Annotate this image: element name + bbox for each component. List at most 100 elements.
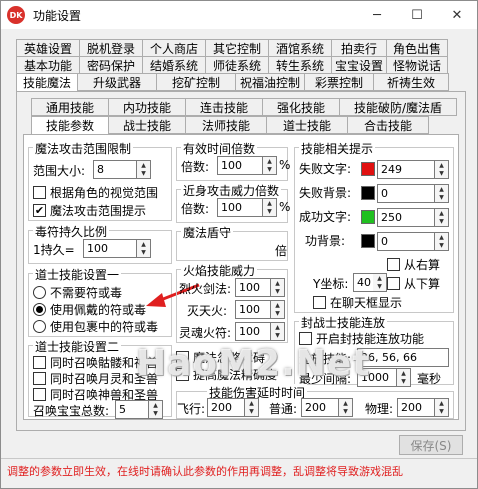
fire-skill-power-group: 火焰技能威力 烈火剑法: 100 ▲ ▼ 灭天火: 100 ▲ ▼ 灵魂火符: 10… [176, 262, 288, 343]
tab-row2-1[interactable]: 密码保护 [79, 56, 143, 74]
blaze-sword-input[interactable]: 100 [235, 278, 271, 297]
settings-window: DK 功能设置 ─ ☐ ✕ 英雄设置 脱机登录 个人商店 其它控制 酒馆系统 拍卖行 角色出… [0, 0, 478, 489]
ok-text-color-swatch[interactable] [361, 210, 375, 224]
tab-row3-0[interactable]: 技能魔法 [16, 73, 78, 92]
tab-row2-6[interactable]: 怪物说话 [386, 56, 448, 74]
tab-row3-4[interactable]: 彩票控制 [304, 73, 374, 91]
fail-text-spinner[interactable]: ▲ ▼ [435, 160, 449, 179]
pet-total-spinner[interactable]: ▲ ▼ [149, 400, 163, 419]
tab-row1-5[interactable]: 拍卖行 [331, 39, 387, 57]
no-talisman-radio[interactable]: 不需要符或毒 [33, 284, 122, 301]
phys-delay-input[interactable]: 200 [397, 398, 435, 417]
blaze-sword-spinner[interactable]: ▲ ▼ [271, 278, 285, 297]
subtab-row2-1[interactable]: 战士技能 [108, 116, 186, 134]
ignore-obstacle-checkbox[interactable]: 魔法忽略障碍 [176, 349, 265, 366]
tab-row2-0[interactable]: 基本功能 [16, 56, 80, 74]
normal-delay-input[interactable]: 200 [301, 398, 339, 417]
tab-row3-5[interactable]: 祈祷生效 [373, 73, 449, 91]
tab-row2-4[interactable]: 转生系统 [268, 56, 332, 74]
range-hint-checkbox[interactable]: ✔ 魔法攻击范围提示 [33, 202, 146, 219]
tab-row1-4[interactable]: 酒馆系统 [268, 39, 332, 57]
effective-time-input[interactable]: 100 [217, 156, 263, 175]
range-size-label: 范围大小: [33, 164, 86, 178]
tab-row3-3[interactable]: 祝福油控制 [235, 73, 305, 91]
summon-moon-holy-checkbox[interactable]: 同时召唤月灵和圣兽 [33, 370, 158, 387]
window-title: 功能设置 [33, 8, 82, 23]
subtab-row2-2[interactable]: 法师技能 [185, 116, 267, 134]
ok-bg-label: 功背景: [305, 234, 346, 248]
range-size-input[interactable]: 8 [93, 160, 137, 179]
from-bottom-checkbox[interactable]: 从下算 [387, 275, 440, 292]
y-coord-spinner[interactable]: ▲ ▼ [373, 273, 387, 292]
combo-interval-input[interactable]: 1000 [357, 368, 397, 387]
tab-row1-6[interactable]: 角色出售 [386, 39, 448, 57]
ok-text-input[interactable]: 250 [377, 208, 435, 227]
soul-fire-label: 灵魂火符: [179, 326, 232, 340]
heaven-fire-input[interactable]: 100 [235, 300, 271, 319]
tab-row1-1[interactable]: 脱机登录 [79, 39, 143, 57]
tab-row2-3[interactable]: 师徒系统 [205, 56, 269, 74]
subtab-row1-1[interactable]: 内功技能 [108, 98, 186, 116]
maximize-button[interactable]: ☐ [397, 1, 437, 29]
fail-text-label: 失败文字: [299, 162, 352, 176]
subtab-row1-3[interactable]: 强化技能 [262, 98, 340, 116]
range-size-spinner[interactable]: ▲ ▼ [137, 160, 151, 179]
subtab-row2-4[interactable]: 合击技能 [347, 116, 429, 134]
pet-total-label: 召唤宝宝总数: [33, 404, 110, 418]
melee-power-input[interactable]: 100 [217, 198, 263, 217]
subtab-row2-0[interactable]: 技能参数 [31, 116, 109, 135]
tab-row1-2[interactable]: 个人商店 [142, 39, 206, 57]
poison-input[interactable]: 100 [83, 239, 137, 258]
fly-delay-spinner[interactable]: ▲ ▼ [245, 398, 259, 417]
close-button[interactable]: ✕ [437, 1, 477, 29]
melee-power-title: 近身攻击威力倍数 [181, 182, 282, 199]
tab-row3-2[interactable]: 挖矿控制 [156, 73, 236, 91]
subtab-row2-3[interactable]: 道士技能 [266, 116, 348, 134]
minimize-button[interactable]: ─ [357, 1, 397, 29]
tab-row3-1[interactable]: 升级武器 [77, 73, 157, 91]
effective-time-spinner[interactable]: ▲ ▼ [263, 156, 277, 175]
fail-bg-input[interactable]: 0 [377, 184, 435, 203]
bag-talisman-radio[interactable]: 使用包裹中的符或毒 [33, 318, 158, 335]
ok-text-spinner[interactable]: ▲ ▼ [435, 208, 449, 227]
ok-bg-spinner[interactable]: ▲ ▼ [435, 232, 449, 251]
tab-row1-0[interactable]: 英雄设置 [16, 39, 80, 57]
save-button[interactable]: 保存(S) [399, 435, 463, 455]
tab-row2-2[interactable]: 结婚系统 [142, 56, 206, 74]
worn-talisman-radio[interactable]: 使用佩戴的符或毒 [33, 301, 146, 318]
combo-skills-input[interactable]: 26, 56, 66 [357, 348, 449, 367]
soul-fire-input[interactable]: 100 [235, 322, 271, 341]
from-right-checkbox[interactable]: 从右算 [387, 256, 440, 273]
subtab-row1-4[interactable]: 技能破防/魔法盾 [339, 98, 457, 116]
tab-row2-5[interactable]: 宝宝设置 [331, 56, 387, 74]
soul-fire-spinner[interactable]: ▲ ▼ [271, 322, 285, 341]
ok-bg-color-swatch[interactable] [361, 234, 375, 248]
combo-interval-spinner[interactable]: ▲ ▼ [397, 368, 411, 387]
fail-bg-spinner[interactable]: ▲ ▼ [435, 184, 449, 203]
subtab-row1-2[interactable]: 连击技能 [185, 98, 263, 116]
combo-enable-checkbox[interactable]: 开启封技能连放功能 [299, 330, 424, 347]
phys-delay-spinner[interactable]: ▲ ▼ [435, 398, 449, 417]
fail-bg-color-swatch[interactable] [361, 186, 375, 200]
melee-power-spinner[interactable]: ▲ ▼ [263, 198, 277, 217]
pet-total-input[interactable]: 5 [115, 400, 149, 419]
chat-display-checkbox[interactable]: 在聊天框显示 [313, 294, 402, 311]
fly-delay-input[interactable]: 200 [207, 398, 245, 417]
vision-range-checkbox[interactable]: 根据角色的视觉范围 [33, 184, 158, 201]
tab-row1-3[interactable]: 其它控制 [205, 39, 269, 57]
heaven-fire-label: 灭天火: [187, 304, 228, 318]
taoist-one-title: 道士技能设置一 [33, 266, 122, 283]
fail-text-color-swatch[interactable] [361, 162, 375, 176]
ok-bg-input[interactable]: 0 [377, 232, 435, 251]
melee-power-label: 倍数: [181, 202, 210, 216]
summon-skeleton-beast-checkbox[interactable]: 同时召唤骷髅和神兽 [33, 354, 158, 371]
fail-text-input[interactable]: 249 [377, 160, 435, 179]
combo-skills-label: 连放技能: [299, 352, 352, 366]
poison-spinner[interactable]: ▲ ▼ [137, 239, 151, 258]
warrior-combo-group: 封战士技能连放 开启封技能连放功能 连放技能: 26, 56, 66 最少间隔:… [294, 314, 454, 387]
heaven-fire-spinner[interactable]: ▲ ▼ [271, 300, 285, 319]
subtab-row1-0[interactable]: 通用技能 [31, 98, 109, 116]
magic-accuracy-checkbox[interactable]: 提高魔法精确度 [176, 366, 277, 383]
normal-delay-spinner[interactable]: ▲ ▼ [339, 398, 353, 417]
ok-text-label: 成功文字: [299, 210, 352, 224]
